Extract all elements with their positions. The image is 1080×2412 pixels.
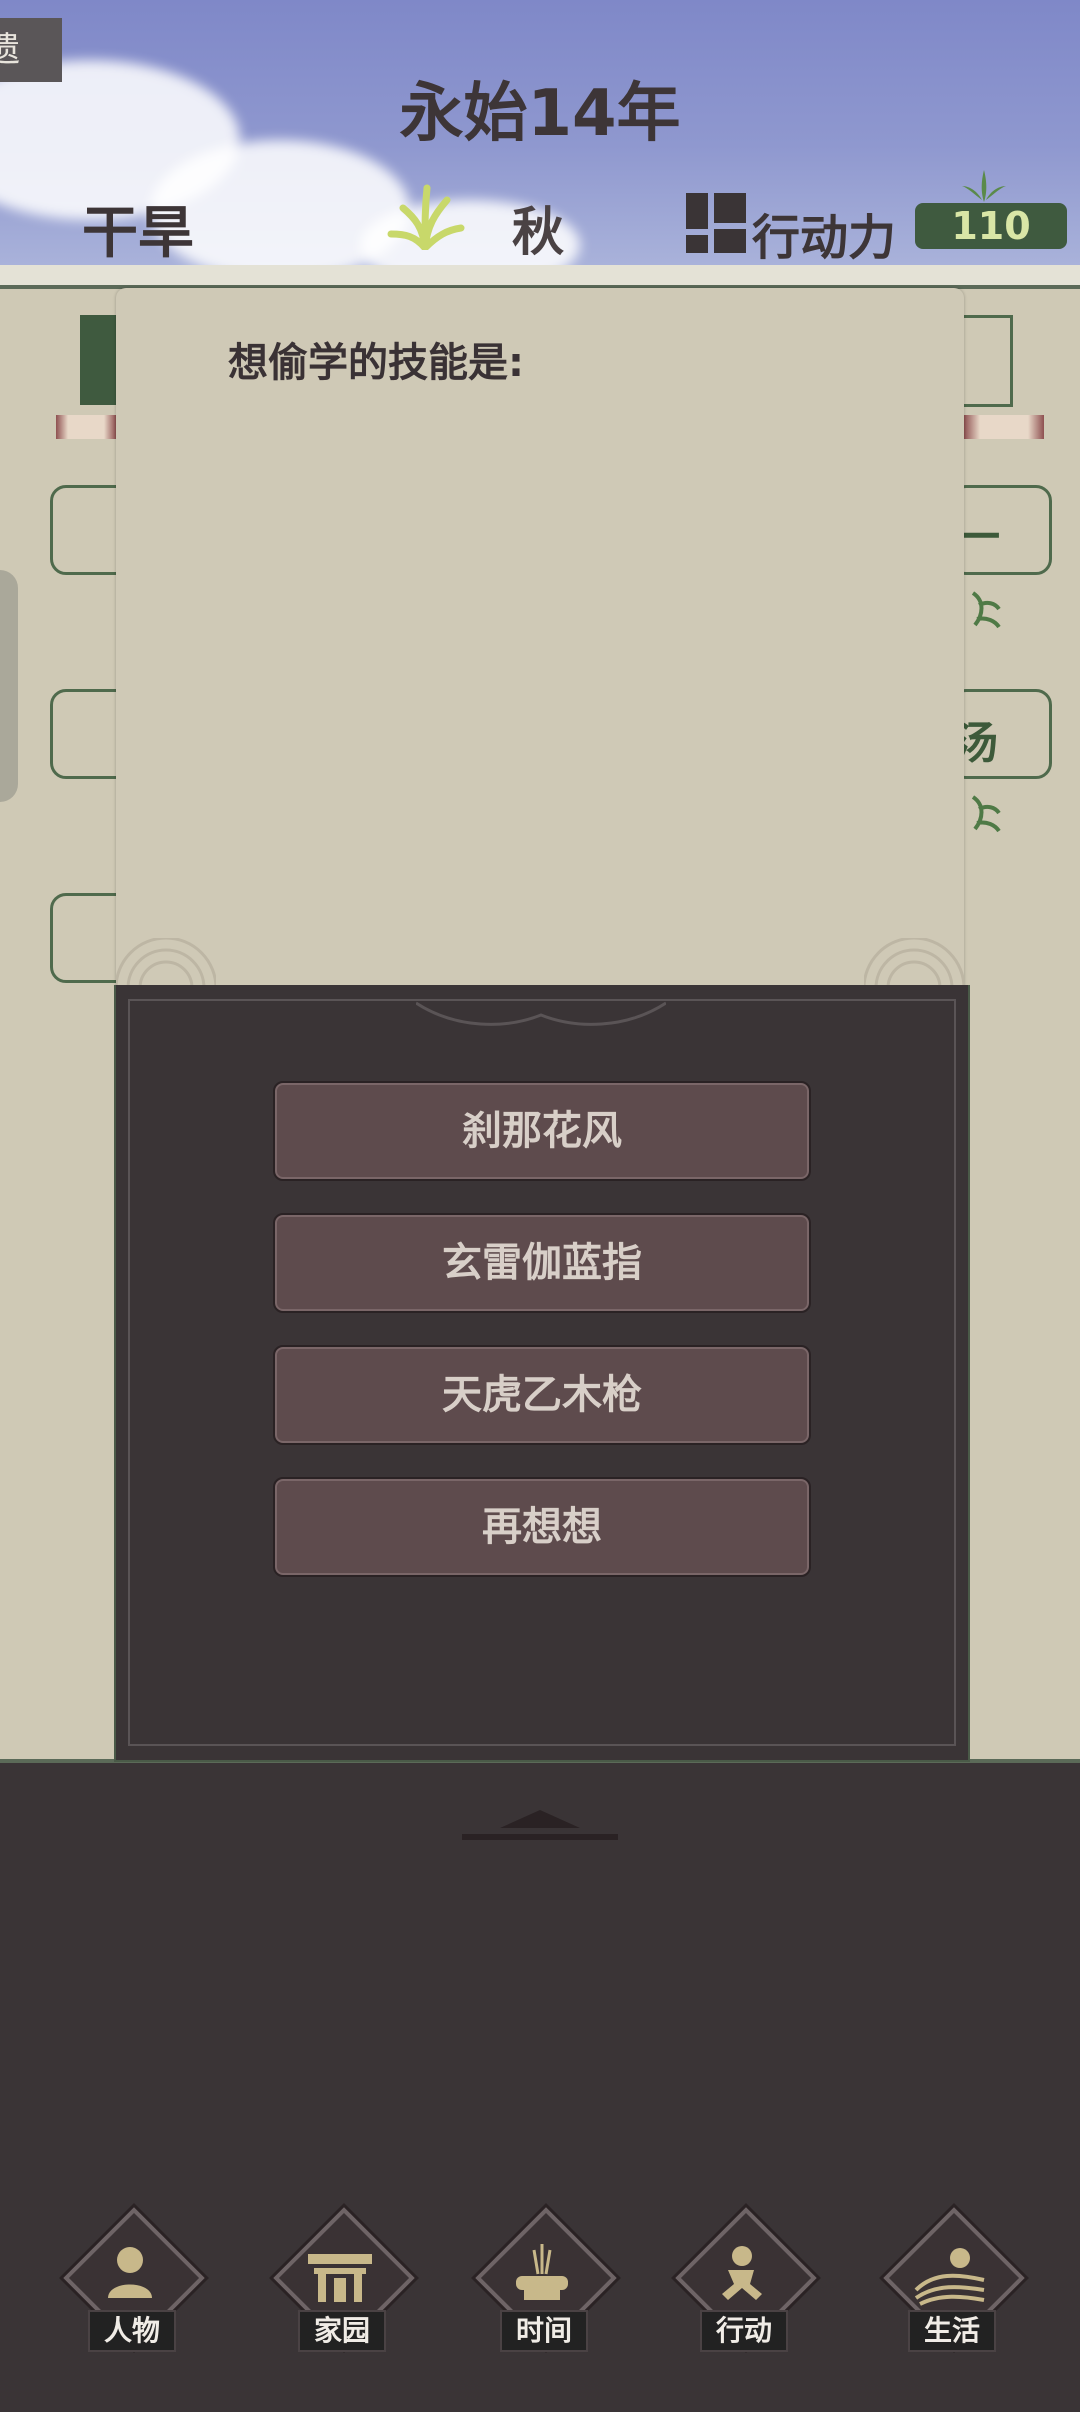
season-label: 秋 [512,203,565,263]
nav-label-life: 生活 [908,2310,996,2352]
nav-item-home[interactable]: 家园 [262,2207,415,2360]
bg-bar-left [56,415,116,439]
weather-status: 干旱 [82,201,194,265]
person-icon [108,2247,152,2298]
action-points-value: 110 [915,203,1067,249]
wave-pattern-icon [116,938,216,988]
reconsider-button[interactable]: 再想想 [273,1477,811,1577]
sun-fields-icon [914,2248,985,2306]
nav-label-home: 家园 [298,2310,386,2352]
skill-option-1-label: 刹那花风 [462,1108,622,1154]
bg-tab-left [80,315,120,405]
skill-option-1[interactable]: 刹那花风 [273,1081,811,1181]
action-points-icon [686,193,746,253]
wave-pattern-icon [864,938,964,988]
dialog-options-panel: 刹那花风 玄雷伽蓝指 天虎乙木枪 再想想 [114,985,970,1762]
skill-option-3-label: 天虎乙木枪 [442,1372,642,1418]
vine-icon [971,591,1001,629]
nav-item-character[interactable]: 人物 [52,2207,205,2360]
incense-icon [516,2244,568,2300]
side-drawer-handle[interactable] [0,570,18,802]
nav-item-action[interactable]: 行动 [664,2207,817,2360]
collapse-arrow-icon[interactable] [462,1808,618,1844]
nav-label-character: 人物 [88,2310,176,2352]
skill-option-2-label: 玄雷伽蓝指 [442,1240,642,1286]
reconsider-button-label: 再想想 [482,1504,602,1550]
status-header: 遗 永始14年 干旱 秋 行动力 110 [0,0,1080,265]
leaf-icon [962,170,1006,202]
dialog-title: 想偷学的技能是: [228,340,524,386]
skill-option-2[interactable]: 玄雷伽蓝指 [273,1213,811,1313]
nav-item-time[interactable]: 时间 [464,2207,617,2360]
skill-option-3[interactable]: 天虎乙木枪 [273,1345,811,1445]
bg-bar-right [964,415,1044,439]
gate-icon [308,2254,372,2302]
nav-label-action: 行动 [700,2310,788,2352]
autumn-plant-icon [387,184,465,250]
dialog-panel: 想偷学的技能是: [116,288,964,988]
action-figure-icon [722,2246,762,2300]
year-title: 永始14年 [399,77,681,151]
ornament-icon [416,1001,666,1026]
vine-icon [971,795,1001,833]
nav-item-life[interactable]: 生活 [872,2207,1025,2360]
nav-label-time: 时间 [500,2310,588,2352]
action-points-label: 行动力 [752,210,897,265]
